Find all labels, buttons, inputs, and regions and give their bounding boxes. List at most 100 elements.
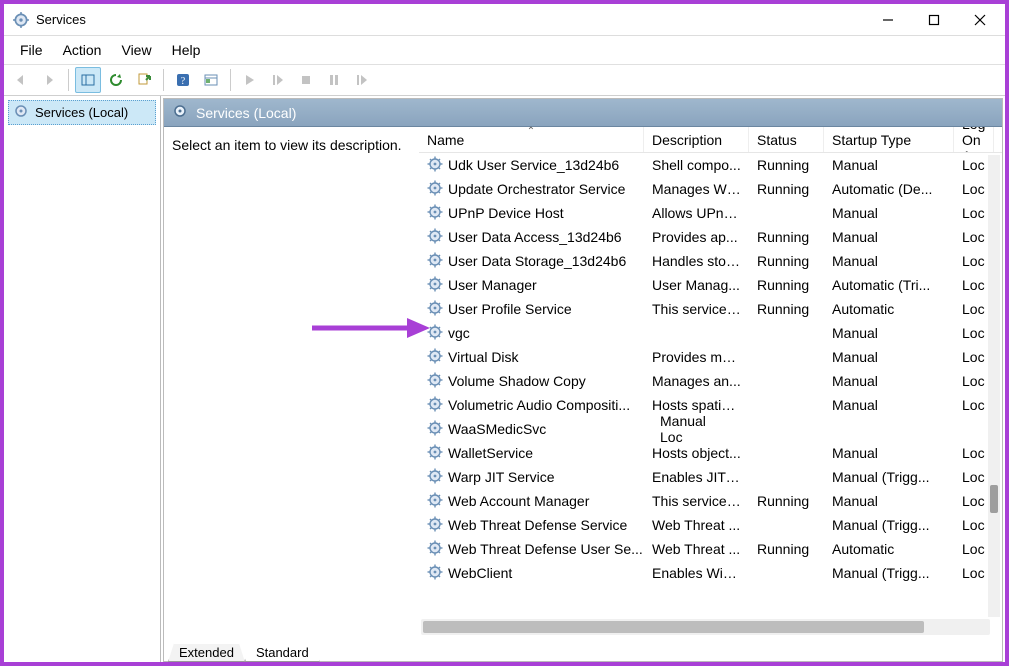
service-desc: Manages an...	[644, 373, 749, 389]
description-prompt: Select an item to view its description.	[172, 137, 402, 153]
vertical-scrollbar[interactable]	[988, 155, 1000, 617]
service-name: Web Threat Defense Service	[448, 517, 627, 533]
gear-icon	[427, 468, 443, 487]
help-button[interactable]: ?	[170, 67, 196, 93]
col-status[interactable]: Status	[749, 127, 824, 152]
service-startup: Manual	[824, 229, 954, 245]
titlebar: Services	[4, 4, 1005, 36]
tab-extended[interactable]: Extended	[168, 643, 245, 662]
stop-service-button[interactable]	[293, 67, 319, 93]
service-row[interactable]: Volume Shadow CopyManages an...ManualLoc	[419, 369, 1002, 393]
service-startup: Manual	[824, 445, 954, 461]
menu-view[interactable]: View	[111, 38, 161, 62]
toolbar-separator	[68, 69, 69, 91]
back-button[interactable]	[8, 67, 34, 93]
service-row[interactable]: WebClientEnables Win...Manual (Trigg...L…	[419, 561, 1002, 585]
service-name: Update Orchestrator Service	[448, 181, 625, 197]
service-startup: Manual	[824, 253, 954, 269]
service-name: Web Account Manager	[448, 493, 589, 509]
pane-header: Services (Local)	[164, 99, 1002, 127]
service-row[interactable]: User Data Access_13d24b6Provides ap...Ru…	[419, 225, 1002, 249]
bottom-tabs: Extended Standard	[164, 639, 1002, 661]
service-name: Udk User Service_13d24b6	[448, 157, 619, 173]
maximize-button[interactable]	[911, 5, 957, 35]
service-startup: Automatic (De...	[824, 181, 954, 197]
service-desc: Hosts object...	[644, 445, 749, 461]
main-body: Services (Local) Services (Local) Select…	[4, 96, 1005, 662]
menu-file[interactable]: File	[10, 38, 53, 62]
restart-service-button[interactable]	[349, 67, 375, 93]
service-logon: Loc	[652, 429, 692, 445]
service-row[interactable]: Update Orchestrator ServiceManages Wi...…	[419, 177, 1002, 201]
service-desc: Enables Win...	[644, 565, 749, 581]
tab-standard[interactable]: Standard	[245, 643, 320, 662]
properties-button[interactable]	[198, 67, 224, 93]
service-startup: Manual	[824, 397, 954, 413]
service-startup: Manual	[824, 205, 954, 221]
service-row[interactable]: WalletServiceHosts object...ManualLoc	[419, 441, 1002, 465]
service-desc: ManualLoc	[644, 413, 749, 445]
minimize-button[interactable]	[865, 5, 911, 35]
pane-body: Select an item to view its description. …	[164, 127, 1002, 639]
service-row[interactable]: Warp JIT ServiceEnables JIT c...Manual (…	[419, 465, 1002, 489]
service-startup: Manual (Trigg...	[824, 517, 954, 533]
nav-services-local[interactable]: Services (Local)	[8, 100, 156, 125]
service-row[interactable]: WaaSMedicSvcManualLoc	[419, 417, 1002, 441]
menu-action[interactable]: Action	[53, 38, 112, 62]
service-desc: Shell compo...	[644, 157, 749, 173]
close-button[interactable]	[957, 5, 1003, 35]
sort-asc-icon: ⌃	[527, 126, 535, 137]
service-desc: Allows UPnP ...	[644, 205, 749, 221]
refresh-button[interactable]	[103, 67, 129, 93]
service-name: Virtual Disk	[448, 349, 519, 365]
service-desc: Web Threat ...	[644, 517, 749, 533]
service-startup: Manual	[824, 157, 954, 173]
export-list-button[interactable]	[131, 67, 157, 93]
service-row[interactable]: User ManagerUser Manag...RunningAutomati…	[419, 273, 1002, 297]
show-hide-tree-button[interactable]	[75, 67, 101, 93]
service-startup: Manual	[652, 413, 749, 429]
gear-icon	[427, 180, 443, 199]
app-icon	[12, 11, 30, 29]
forward-button[interactable]	[36, 67, 62, 93]
service-row[interactable]: User Profile ServiceThis service i...Run…	[419, 297, 1002, 321]
service-status: Running	[749, 157, 824, 173]
service-row[interactable]: vgcManualLoc	[419, 321, 1002, 345]
toolbar: ?	[4, 64, 1005, 96]
service-row[interactable]: Web Threat Defense Service Web Threat ...…	[419, 513, 1002, 537]
service-row[interactable]: Web Account ManagerThis service i...Runn…	[419, 489, 1002, 513]
scrollbar-thumb[interactable]	[423, 621, 924, 633]
service-row[interactable]: UPnP Device HostAllows UPnP ...ManualLoc	[419, 201, 1002, 225]
col-name-label: Name	[427, 132, 464, 148]
service-desc: Enables JIT c...	[644, 469, 749, 485]
resume-service-button[interactable]	[265, 67, 291, 93]
service-status: Running	[749, 301, 824, 317]
service-name: Volume Shadow Copy	[448, 373, 586, 389]
col-name[interactable]: Name ⌃	[419, 127, 644, 152]
service-desc: Hosts spatial...	[644, 397, 749, 413]
service-row[interactable]: User Data Storage_13d24b6Handles stor...…	[419, 249, 1002, 273]
gear-icon	[427, 276, 443, 295]
service-name: WaaSMedicSvc	[448, 421, 546, 437]
col-logon[interactable]: Log On As	[954, 127, 994, 152]
col-startup[interactable]: Startup Type	[824, 127, 954, 152]
service-row[interactable]: Web Threat Defense User Se...Web Threat …	[419, 537, 1002, 561]
pause-service-button[interactable]	[321, 67, 347, 93]
start-service-button[interactable]	[237, 67, 263, 93]
gear-icon	[427, 252, 443, 271]
service-name: WalletService	[448, 445, 533, 461]
gear-icon	[427, 564, 443, 583]
service-name: UPnP Device Host	[448, 205, 564, 221]
right-pane: Services (Local) Select an item to view …	[163, 98, 1003, 662]
service-startup: Manual	[824, 325, 954, 341]
scrollbar-thumb[interactable]	[990, 485, 998, 513]
service-row[interactable]: Virtual DiskProvides ma...ManualLoc	[419, 345, 1002, 369]
service-row[interactable]: Udk User Service_13d24b6 Shell compo...Ru…	[419, 153, 1002, 177]
horizontal-scrollbar[interactable]	[421, 619, 990, 635]
gear-icon	[427, 204, 443, 223]
nav-label: Services (Local)	[35, 105, 128, 120]
service-desc: This service i...	[644, 493, 749, 509]
col-description[interactable]: Description	[644, 127, 749, 152]
menu-help[interactable]: Help	[162, 38, 211, 62]
service-desc: Handles stor...	[644, 253, 749, 269]
